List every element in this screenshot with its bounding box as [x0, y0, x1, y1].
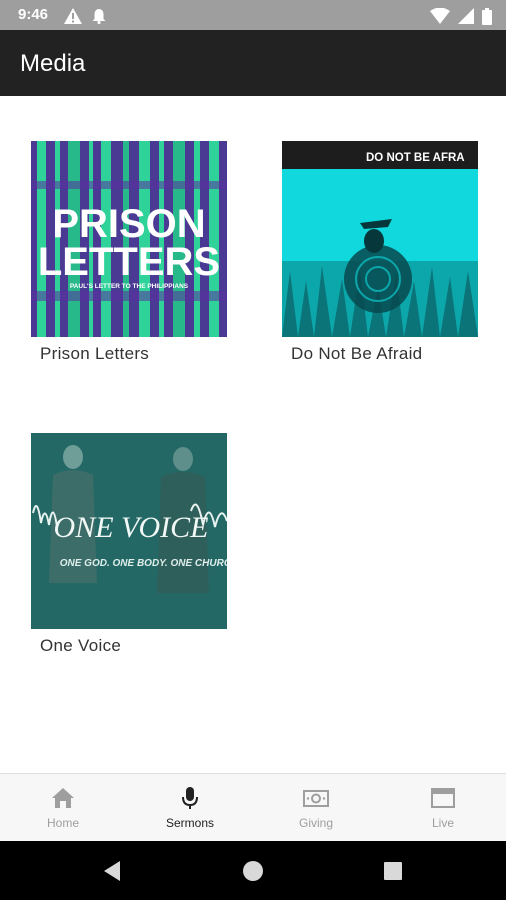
system-nav-bar — [0, 841, 506, 900]
wifi-icon — [430, 8, 450, 24]
nav-item-home[interactable]: Home — [0, 774, 126, 842]
recents-square-icon[interactable] — [380, 858, 406, 884]
nav-label-home: Home — [46, 816, 79, 830]
home-icon — [52, 788, 74, 808]
nav-label-sermons: Sermons — [165, 816, 215, 830]
battery-icon — [482, 7, 492, 25]
nav-label-live: Live — [431, 816, 454, 830]
nav-item-giving[interactable]: Giving — [253, 774, 379, 842]
prison-letters-thumbnail[interactable]: PRISON LETTERS PAUL'S LETTER TO THE PHIL… — [31, 141, 227, 337]
media-item-one-voice[interactable]: ONE VOICE ONE GOD. ONE BODY. ONE CHURCH … — [31, 433, 231, 655]
media-item-label[interactable]: Do Not Be Afraid — [291, 344, 422, 364]
nav-item-sermons[interactable]: Sermons — [127, 774, 253, 842]
media-item-label[interactable]: Prison Letters — [40, 344, 149, 364]
nav-label-giving: Giving — [298, 816, 333, 830]
back-icon[interactable] — [100, 858, 126, 884]
bottom-nav: Home Sermons Giving Live — [0, 773, 506, 842]
nav-item-live[interactable]: Live — [380, 774, 506, 842]
one-voice-thumbnail[interactable]: ONE VOICE ONE GOD. ONE BODY. ONE CHURCH — [31, 433, 227, 629]
one-voice-thumb-subtitle: ONE GOD. ONE BODY. ONE CHURCH — [60, 558, 227, 569]
prison-letters-thumb-subtitle: PAUL'S LETTER TO THE PHILIPPIANS — [70, 283, 189, 290]
notification-bell-icon — [92, 9, 106, 24]
status-time: 9:46 — [18, 6, 49, 23]
do-not-be-afraid-thumb-banner: DO NOT BE AFRA — [366, 152, 465, 164]
signal-icon — [458, 8, 474, 24]
warning-icon — [64, 8, 82, 24]
browser-window-icon — [431, 788, 455, 808]
prison-letters-thumb-title-2: LETTERS — [38, 240, 220, 284]
status-bar: 9:46 — [0, 0, 506, 30]
money-icon — [303, 790, 329, 807]
microphone-icon — [182, 787, 198, 809]
media-item-prison-letters[interactable]: PRISON LETTERS PAUL'S LETTER TO THE PHIL… — [31, 141, 231, 363]
media-item-do-not-be-afraid[interactable]: DO NOT BE AFRA Do Not Be Afraid — [282, 141, 482, 363]
media-item-label[interactable]: One Voice — [40, 636, 121, 656]
app-bar: Media — [0, 30, 506, 96]
one-voice-thumb-title: ONE VOICE — [54, 511, 209, 544]
media-grid: PRISON LETTERS PAUL'S LETTER TO THE PHIL… — [0, 96, 506, 773]
page-title: Media — [20, 50, 86, 77]
home-circle-icon[interactable] — [240, 858, 266, 884]
do-not-be-afraid-thumbnail[interactable]: DO NOT BE AFRA — [282, 141, 478, 337]
